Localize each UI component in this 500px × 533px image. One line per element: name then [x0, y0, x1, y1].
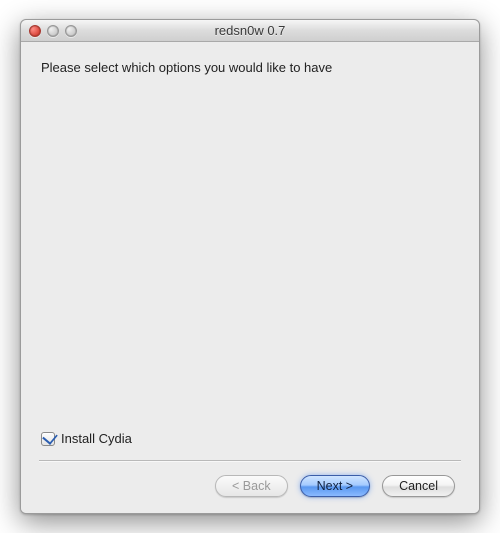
checkbox-label: Install Cydia [61, 431, 132, 446]
window-title: redsn0w 0.7 [21, 23, 479, 38]
checkbox-install-cydia[interactable] [41, 432, 55, 446]
titlebar: redsn0w 0.7 [21, 20, 479, 42]
close-icon[interactable] [29, 25, 41, 37]
zoom-icon[interactable] [65, 25, 77, 37]
back-button: < Back [215, 475, 288, 497]
traffic-lights [29, 25, 77, 37]
spacer [41, 75, 459, 431]
app-window: redsn0w 0.7 Please select which options … [20, 19, 480, 514]
content-area: Please select which options you would li… [21, 42, 479, 513]
option-install-cydia[interactable]: Install Cydia [41, 431, 459, 446]
button-row: < Back Next > Cancel [41, 475, 459, 501]
minimize-icon[interactable] [47, 25, 59, 37]
cancel-button[interactable]: Cancel [382, 475, 455, 497]
next-button[interactable]: Next > [300, 475, 370, 497]
separator [39, 460, 461, 461]
instruction-text: Please select which options you would li… [41, 60, 459, 75]
options-group: Install Cydia [41, 431, 459, 446]
